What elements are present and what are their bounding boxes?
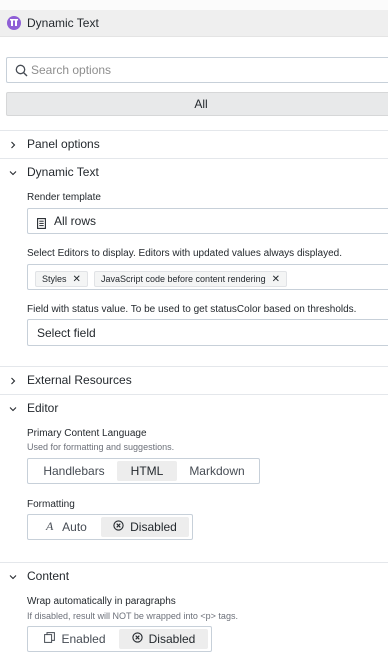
language-option-markdown[interactable]: Markdown	[178, 461, 256, 481]
close-icon[interactable]: ✕	[272, 273, 280, 287]
render-template-value: All rows	[54, 214, 97, 228]
divider	[0, 366, 388, 367]
wrap-option-enabled[interactable]: Enabled	[32, 629, 118, 649]
editor-tag: Styles ✕	[35, 271, 88, 287]
chevron-down-icon	[8, 403, 18, 417]
formatting-option-label: Disabled	[130, 520, 177, 534]
close-icon[interactable]: ✕	[73, 273, 81, 287]
editors-multiselect[interactable]: Styles ✕ JavaScript code before content r…	[27, 264, 388, 290]
search-box[interactable]	[6, 57, 388, 83]
filter-all-button[interactable]: All	[6, 92, 388, 116]
wrap-option-disabled[interactable]: Disabled	[119, 629, 208, 649]
primary-language-description: Used for formatting and suggestions.	[27, 442, 175, 452]
wrap-radio-group: Enabled Disabled	[27, 626, 212, 652]
language-option-html[interactable]: HTML	[117, 461, 177, 481]
chevron-right-icon	[8, 375, 18, 389]
divider	[0, 158, 388, 159]
status-field-placeholder: Select field	[37, 326, 96, 340]
status-field-label: Field with status value. To be used to g…	[27, 304, 357, 315]
editor-tag-label: JavaScript code before content rendering	[101, 274, 266, 284]
font-italic-icon: A	[45, 517, 56, 537]
editor-tag-label: Styles	[42, 274, 67, 284]
svg-text:A: A	[45, 520, 54, 531]
search-icon	[15, 64, 28, 80]
primary-language-label: Primary Content Language	[27, 428, 147, 439]
section-title: Content	[27, 569, 70, 583]
section-title: External Resources	[27, 373, 132, 387]
chevron-down-icon	[8, 571, 18, 585]
primary-language-radio-group: Handlebars HTML Markdown	[27, 458, 260, 484]
document-icon	[37, 218, 46, 232]
render-template-select[interactable]: All rows	[27, 208, 388, 234]
formatting-option-label: Auto	[62, 520, 87, 534]
circle-x-icon	[131, 629, 143, 649]
formatting-label: Formatting	[27, 499, 75, 510]
render-template-label: Render template	[27, 192, 101, 203]
header-title: Dynamic Text	[27, 16, 99, 30]
dynamic-text-plugin-icon	[7, 16, 21, 30]
chevron-right-icon	[8, 139, 18, 153]
section-title: Dynamic Text	[27, 165, 99, 179]
formatting-option-disabled[interactable]: Disabled	[101, 517, 189, 537]
formatting-option-auto[interactable]: A Auto	[32, 517, 100, 537]
divider	[0, 562, 388, 563]
wrap-description: If disabled, result will NOT be wrapped …	[27, 611, 238, 621]
paragraph-icon	[44, 629, 56, 649]
divider	[0, 130, 388, 131]
language-option-handlebars[interactable]: Handlebars	[32, 461, 116, 481]
chevron-down-icon	[8, 167, 18, 181]
status-field-select[interactable]: Select field	[27, 319, 388, 346]
editors-label: Select Editors to display. Editors with …	[27, 248, 342, 259]
search-input[interactable]	[31, 58, 371, 82]
wrap-label: Wrap automatically in paragraphs	[27, 596, 176, 607]
editor-tag: JavaScript code before content rendering…	[94, 271, 287, 287]
wrap-option-label: Disabled	[148, 632, 196, 646]
circle-x-icon	[113, 517, 124, 537]
wrap-option-label: Enabled	[61, 632, 106, 646]
section-title: Editor	[27, 401, 59, 415]
divider	[0, 394, 388, 395]
panel-header: Dynamic Text	[0, 10, 388, 37]
section-title: Panel options	[27, 137, 100, 151]
formatting-radio-group: A Auto Disabled	[27, 514, 193, 540]
top-strip	[0, 0, 388, 10]
